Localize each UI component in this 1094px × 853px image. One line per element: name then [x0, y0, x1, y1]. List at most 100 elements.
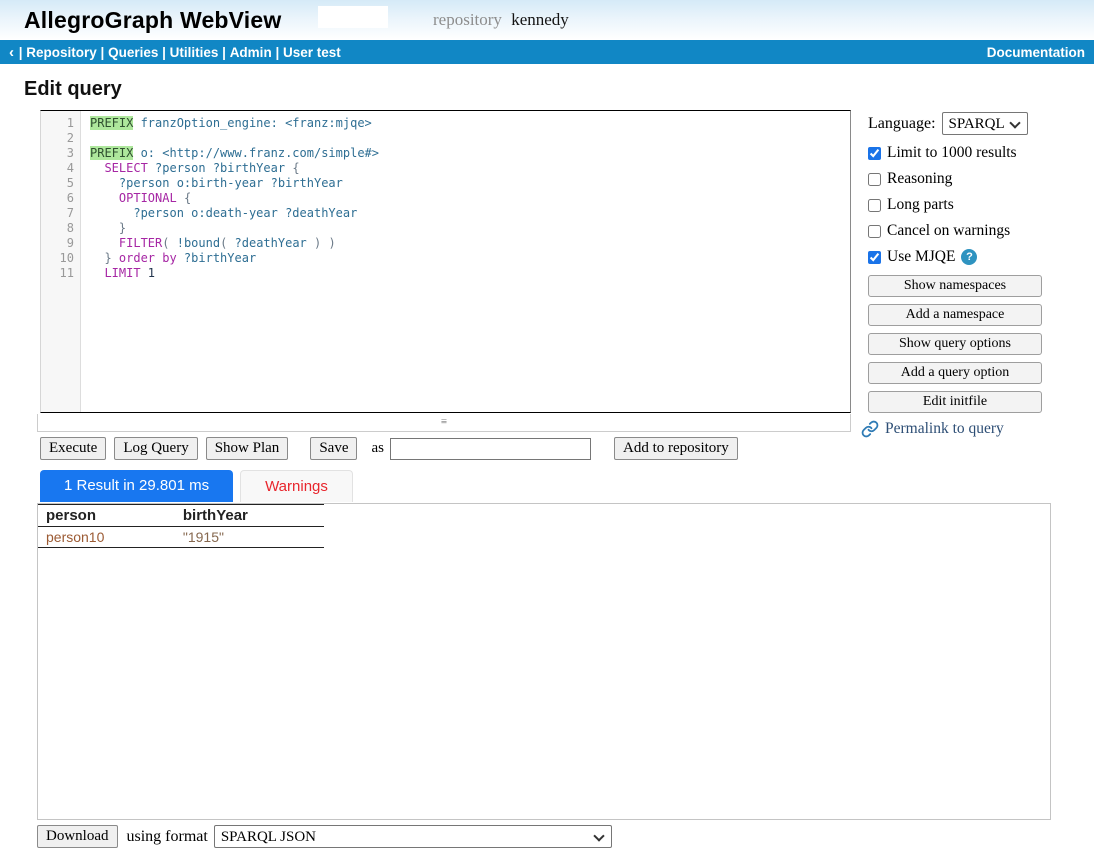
code-token: ?person ?birthYear	[148, 161, 293, 175]
tab-warnings[interactable]: Warnings	[240, 470, 353, 502]
show-plan-button[interactable]: Show Plan	[206, 437, 289, 460]
checkbox-label: Reasoning	[887, 170, 952, 188]
show-namespaces-button[interactable]: Show namespaces	[868, 275, 1042, 297]
column-header-person: person	[38, 505, 175, 527]
nav-item-utilities[interactable]: Utilities	[170, 45, 219, 60]
result-birthyear-cell: "1915"	[175, 527, 324, 548]
code-token: ) )	[307, 236, 336, 250]
editor-resize-handle[interactable]: ≡	[37, 414, 851, 432]
checkbox-label: Long parts	[887, 196, 954, 214]
download-button[interactable]: Download	[37, 825, 118, 848]
code-line-5: 5 ?person o:birth-year ?birthYear	[41, 176, 850, 191]
header-blank-box	[318, 6, 388, 28]
result-person-cell[interactable]: person10	[38, 527, 175, 548]
app-title: AllegroGraph WebView	[24, 7, 281, 34]
results-tabs: 1 Result in 29.801 msWarnings	[40, 470, 360, 502]
save-as-label: as	[371, 440, 384, 457]
permalink-label: Permalink to query	[885, 420, 1004, 438]
nav-item-documentation[interactable]: Documentation	[987, 45, 1085, 60]
code-token: SELECT	[104, 161, 147, 175]
checkbox-label: Limit to 1000 results	[887, 144, 1017, 162]
language-select[interactable]: SPARQL	[942, 112, 1028, 135]
add-to-repository-button[interactable]: Add to repository	[614, 437, 738, 460]
nav-links: ‹ | Repository | Queries | Utilities | A…	[9, 44, 341, 61]
nav-item-queries[interactable]: Queries	[108, 45, 158, 60]
code-token: ?birthYear	[177, 251, 256, 265]
line-number: 1	[41, 116, 74, 131]
show-query-options-button[interactable]: Show query options	[868, 333, 1042, 355]
results-table: personbirthYear person10"1915"	[38, 504, 324, 548]
code-token: order by	[119, 251, 177, 265]
code-line-7: 7 ?person o:death-year ?deathYear	[41, 206, 850, 221]
code-token	[90, 161, 104, 175]
format-select[interactable]: SPARQL JSON	[214, 825, 612, 848]
code-token: (	[220, 236, 234, 250]
code-line-6: 6 OPTIONAL {	[41, 191, 850, 206]
code-token	[177, 191, 184, 205]
checkbox-cancel-on-warnings: Cancel on warnings	[868, 222, 1068, 240]
nav-bar: ‹ | Repository | Queries | Utilities | A…	[0, 40, 1094, 64]
code-token: o: <http://www.franz.com/simple#>	[133, 146, 379, 160]
edit-initfile-button[interactable]: Edit initfile	[868, 391, 1042, 413]
using-format-label: using format	[127, 828, 208, 846]
checkbox-limit-to-1000-results: Limit to 1000 results	[868, 144, 1068, 162]
code-line-10: 10 } order by ?birthYear	[41, 251, 850, 266]
code-token: {	[292, 161, 299, 175]
line-number: 4	[41, 161, 74, 176]
code-line-2: 2	[41, 131, 850, 146]
code-token: {	[184, 191, 191, 205]
repository-name: kennedy	[511, 10, 569, 29]
checkbox-input[interactable]	[868, 225, 881, 238]
save-name-input[interactable]	[390, 438, 591, 460]
add-a-query-option-button[interactable]: Add a query option	[868, 362, 1042, 384]
help-icon[interactable]: ?	[961, 249, 977, 265]
checkbox-reasoning: Reasoning	[868, 170, 1068, 188]
code-line-11: 11 LIMIT 1	[41, 266, 850, 281]
sidebar-buttons: Show namespaces Add a namespace Show query…	[868, 275, 1068, 413]
code-token: OPTIONAL	[119, 191, 177, 205]
checkbox-input[interactable]	[868, 173, 881, 186]
query-editor[interactable]: 1PREFIX franzOption_engine: <franz:mjqe>…	[40, 110, 851, 413]
checkbox-label: Use MJQE	[887, 248, 955, 266]
permalink-to-query[interactable]: Permalink to query	[861, 420, 1068, 438]
nav-back-chevron-icon[interactable]: ‹	[9, 44, 14, 61]
nav-separator: |	[218, 45, 229, 60]
tab-results[interactable]: 1 Result in 29.801 ms	[40, 470, 233, 502]
checkbox-input[interactable]	[868, 251, 881, 264]
code-line-4: 4 SELECT ?person ?birthYear {	[41, 161, 850, 176]
nav-item-user-test[interactable]: User test	[283, 45, 341, 60]
line-number: 5	[41, 176, 74, 191]
nav-separator: |	[272, 45, 283, 60]
nav-separator: |	[15, 45, 26, 60]
add-a-namespace-button[interactable]: Add a namespace	[868, 304, 1042, 326]
checkbox-input[interactable]	[868, 147, 881, 160]
code-line-3: 3PREFIX o: <http://www.franz.com/simple#…	[41, 146, 850, 161]
nav-item-admin[interactable]: Admin	[230, 45, 272, 60]
option-checkboxes: Limit to 1000 results Reasoning Long parts…	[868, 144, 1068, 266]
nav-separator: |	[158, 45, 169, 60]
checkbox-label: Cancel on warnings	[887, 222, 1010, 240]
line-number: 2	[41, 131, 74, 146]
checkbox-use-mjqe: Use MJQE?	[868, 248, 1068, 266]
line-number: 3	[41, 146, 74, 161]
log-query-button[interactable]: Log Query	[114, 437, 197, 460]
execute-button[interactable]: Execute	[40, 437, 106, 460]
code-token: LIMIT	[104, 266, 140, 280]
editor-code-lines: 1PREFIX franzOption_engine: <franz:mjqe>…	[41, 111, 850, 281]
page-title: Edit query	[24, 78, 122, 101]
checkbox-input[interactable]	[868, 199, 881, 212]
code-line-9: 9 FILTER( !bound( ?deathYear ) )	[41, 236, 850, 251]
code-token: ?deathYear	[235, 236, 307, 250]
code-token: (	[162, 236, 176, 250]
table-row: person10"1915"	[38, 527, 324, 548]
repository-indicator: repository kennedy	[433, 10, 569, 30]
line-number: 10	[41, 251, 74, 266]
nav-separator: |	[97, 45, 108, 60]
save-button[interactable]: Save	[310, 437, 357, 460]
language-row: Language: SPARQL	[868, 112, 1068, 135]
code-token: 1	[141, 266, 155, 280]
repository-label: repository	[433, 10, 502, 29]
query-options-sidebar: Language: SPARQL Limit to 1000 results Re…	[868, 112, 1068, 438]
nav-item-repository[interactable]: Repository	[26, 45, 97, 60]
code-line-8: 8 }	[41, 221, 850, 236]
